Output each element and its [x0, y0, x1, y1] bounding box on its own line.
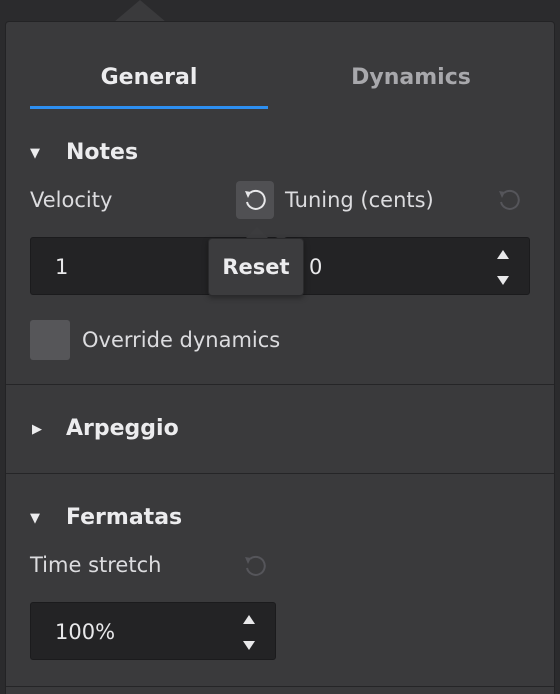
time-stretch-reset-button[interactable] [236, 547, 274, 585]
section-title-notes[interactable]: Notes [66, 140, 138, 165]
tuning-reset-button[interactable] [490, 181, 528, 219]
stepper-up-icon[interactable] [243, 615, 255, 624]
time-stretch-label: Time stretch [30, 553, 162, 577]
tuning-input[interactable]: 0 [284, 237, 530, 295]
velocity-label: Velocity [30, 188, 113, 212]
time-stretch-value: 100% [55, 620, 116, 644]
section-divider [6, 384, 554, 385]
override-dynamics-label[interactable]: Override dynamics [82, 328, 280, 352]
tuning-value: 0 [309, 255, 323, 279]
time-stretch-input[interactable]: 100% [30, 602, 276, 660]
section-title-fermatas[interactable]: Fermatas [66, 505, 182, 530]
stepper-up-icon[interactable] [497, 250, 509, 259]
time-stretch-stepper [241, 603, 261, 661]
popover-caret [114, 0, 166, 22]
tuning-label: Tuning (cents) [285, 188, 434, 212]
tuning-stepper [495, 238, 515, 296]
tooltip-caret [246, 227, 268, 238]
triangle-right-icon[interactable]: ▶ [32, 422, 42, 437]
tab-bar: General Dynamics [6, 22, 554, 110]
active-tab-indicator [30, 106, 268, 109]
triangle-down-icon[interactable]: ▼ [30, 146, 40, 161]
tab-dynamics[interactable]: Dynamics [292, 22, 530, 110]
popover-stage: General Dynamics ▼ Notes Velocity Tuning… [0, 0, 560, 694]
section-divider [6, 473, 554, 474]
section-divider [6, 686, 554, 687]
reset-arrow-icon [245, 555, 266, 576]
reset-tooltip: Reset [208, 238, 304, 296]
velocity-reset-button[interactable] [236, 181, 274, 219]
stepper-down-icon[interactable] [497, 276, 509, 285]
tab-general[interactable]: General [30, 22, 268, 110]
override-dynamics-checkbox[interactable] [30, 320, 70, 360]
properties-panel: General Dynamics ▼ Notes Velocity Tuning… [6, 22, 554, 694]
reset-arrow-icon [499, 189, 520, 210]
section-title-arpeggio[interactable]: Arpeggio [66, 416, 179, 441]
triangle-down-icon[interactable]: ▼ [30, 511, 40, 526]
velocity-value: 1 [55, 255, 69, 279]
reset-arrow-icon [245, 189, 266, 210]
stepper-down-icon[interactable] [243, 641, 255, 650]
